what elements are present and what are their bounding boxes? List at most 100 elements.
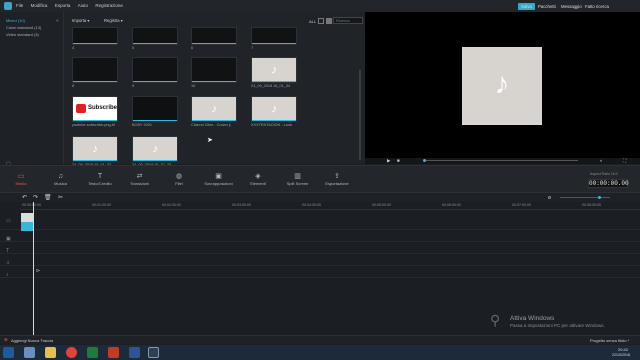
- stop-icon[interactable]: ■: [397, 158, 400, 163]
- cut-icon[interactable]: ✂: [58, 194, 63, 201]
- pip-track-icon: ▣: [6, 236, 11, 242]
- music-note-icon: ♪: [152, 141, 158, 156]
- messaggio-button[interactable]: Messaggio: [558, 3, 585, 10]
- function-tabs: ▭ Media ♫ Musica T Testo/Credito ⇄ Transizioni ◍…: [0, 165, 640, 192]
- music-track[interactable]: [0, 254, 640, 266]
- tab-split-screen[interactable]: ▥ Split Screen: [278, 172, 318, 186]
- tab-label: Testo/Credito: [88, 181, 112, 186]
- snap-icon[interactable]: [548, 196, 551, 199]
- text-track-icon: T: [6, 248, 10, 254]
- app-logo-icon: [4, 2, 12, 10]
- media-thumbnail[interactable]: [132, 27, 178, 45]
- word-icon[interactable]: [129, 347, 140, 358]
- thumbnail-progress-bar: [192, 43, 236, 44]
- play-icon[interactable]: ▶: [387, 158, 390, 164]
- menu-aiuto[interactable]: Aiuto: [78, 3, 88, 8]
- video-track[interactable]: [0, 210, 640, 230]
- tab-label: Elementi: [250, 181, 266, 186]
- zoom-slider[interactable]: [560, 197, 610, 198]
- library-scrollbar[interactable]: [359, 70, 361, 160]
- media-thumbnail[interactable]: [132, 96, 178, 122]
- media-thumbnail-label: 8: [72, 84, 75, 88]
- folder-app-icon[interactable]: [45, 347, 56, 358]
- delete-icon[interactable]: 🗑: [44, 194, 52, 201]
- music-note-icon: ♪: [494, 67, 510, 101]
- list-view-icon[interactable]: [318, 18, 324, 24]
- filmora-taskbar-icon[interactable]: [148, 347, 159, 358]
- redo-icon[interactable]: ↷: [33, 194, 38, 201]
- grid-view-icon[interactable]: [326, 18, 332, 24]
- menu-esporta[interactable]: Esporta: [55, 3, 71, 8]
- tab-filtri[interactable]: ◍ Filtri: [159, 172, 199, 186]
- media-thumbnail[interactable]: Subscribe: [72, 96, 118, 122]
- media-thumbnail[interactable]: ♪: [191, 96, 237, 122]
- pacchetti-button[interactable]: Pacchetti: [535, 3, 559, 10]
- tab-media[interactable]: ▭ Media: [1, 172, 41, 186]
- import-dropdown[interactable]: Importa ▾: [72, 18, 89, 23]
- volume-icon[interactable]: ◐: [600, 158, 603, 163]
- music-note-icon: ♪: [92, 141, 98, 156]
- text-track[interactable]: [0, 242, 640, 254]
- menu-bar: File Modifica Esporta Aiuto Registrazion…: [16, 3, 129, 9]
- tab-transizioni[interactable]: ⇄ Transizioni: [120, 172, 160, 186]
- start-icon[interactable]: [3, 347, 14, 358]
- add-track-button[interactable]: Aggiungi Nuova Traccia: [11, 338, 53, 343]
- tab-testo-credito[interactable]: T Testo/Credito: [80, 172, 120, 186]
- timeline-toolbar: ↶ ↷ 🗑 ✂: [0, 192, 640, 202]
- music-note-icon: ♪: [271, 101, 277, 116]
- media-thumbnail[interactable]: [72, 27, 118, 45]
- filter-all[interactable]: ALL: [309, 19, 316, 24]
- explorer-icon[interactable]: [24, 347, 35, 358]
- save-button[interactable]: Salva: [518, 3, 535, 10]
- powerpoint-icon[interactable]: [108, 347, 119, 358]
- ruler-tick-label: 00:06:00:00: [442, 203, 461, 207]
- sidebar-item-mixed[interactable]: Mixed (10): [6, 18, 63, 23]
- media-thumbnail[interactable]: ♪: [251, 57, 297, 83]
- media-thumbnail[interactable]: [191, 27, 237, 45]
- sidebar-item-colori[interactable]: Colori standard (13): [6, 25, 63, 30]
- ruler-tick-label: 00:03:00:00: [232, 203, 251, 207]
- feedback-button[interactable]: Fatto ricerca: [582, 3, 612, 10]
- media-thumbnail[interactable]: ♪: [72, 136, 118, 162]
- add-track-icon[interactable]: ⊕: [4, 337, 8, 343]
- tab-esportazione[interactable]: ⇪ Esportazione: [317, 172, 357, 186]
- zoom-handle[interactable]: [598, 196, 601, 199]
- fullscreen-icon[interactable]: ⛶: [623, 158, 626, 163]
- sidebar-item-video[interactable]: Video standard (3): [6, 32, 63, 37]
- record-dropdown[interactable]: Registra ▾: [104, 18, 123, 23]
- subscribe-graphic: Subscribe: [88, 105, 118, 111]
- tab-sovrapposizioni[interactable]: ▣ Sovrapposizioni: [199, 172, 239, 186]
- search-input[interactable]: Ricerca: [333, 17, 363, 24]
- preview-progress[interactable]: [423, 160, 578, 161]
- tab-musica[interactable]: ♫ Musica: [41, 172, 81, 186]
- undo-icon[interactable]: ↶: [22, 194, 27, 201]
- media-thumbnail[interactable]: ♪: [132, 136, 178, 162]
- media-thumbnail[interactable]: [132, 57, 178, 83]
- preview-scrubber[interactable]: [423, 159, 426, 162]
- media-thumbnail[interactable]: [191, 57, 237, 83]
- menu-modifica[interactable]: Modifica: [31, 3, 48, 8]
- timeline-ruler[interactable]: 00:00:00:00 00:01:00:00 00:02:00:00 00:03:0…: [20, 202, 640, 210]
- thumbnail-progress-bar: [73, 43, 117, 44]
- tab-elementi[interactable]: ◈ Elementi: [238, 172, 278, 186]
- media-thumbnail[interactable]: ♪: [251, 96, 297, 122]
- playhead[interactable]: [33, 202, 34, 335]
- tab-icon: ⇪: [334, 173, 340, 180]
- tab-icon: ▥: [294, 173, 301, 180]
- media-thumbnail[interactable]: [251, 27, 297, 45]
- youtube-play-icon: [76, 104, 86, 113]
- media-thumbnail-label: 23_09_2018 16_01_34: [251, 84, 291, 88]
- chrome-icon[interactable]: [66, 347, 77, 358]
- thumbnail-progress-bar: [133, 43, 177, 44]
- media-thumbnail-label: BOBY 2001: [132, 123, 152, 127]
- media-thumbnail[interactable]: [72, 57, 118, 83]
- tab-label: Filtri: [175, 181, 183, 186]
- menu-file[interactable]: File: [16, 3, 23, 8]
- excel-icon[interactable]: [87, 347, 98, 358]
- tab-label: Esportazione: [325, 181, 349, 186]
- menu-registrazione[interactable]: Registrazione: [95, 3, 123, 8]
- voice-track[interactable]: [0, 266, 640, 278]
- collapse-icon[interactable]: «: [56, 18, 59, 24]
- pip-track[interactable]: [0, 230, 640, 242]
- thumbnail-progress-bar: [192, 81, 236, 82]
